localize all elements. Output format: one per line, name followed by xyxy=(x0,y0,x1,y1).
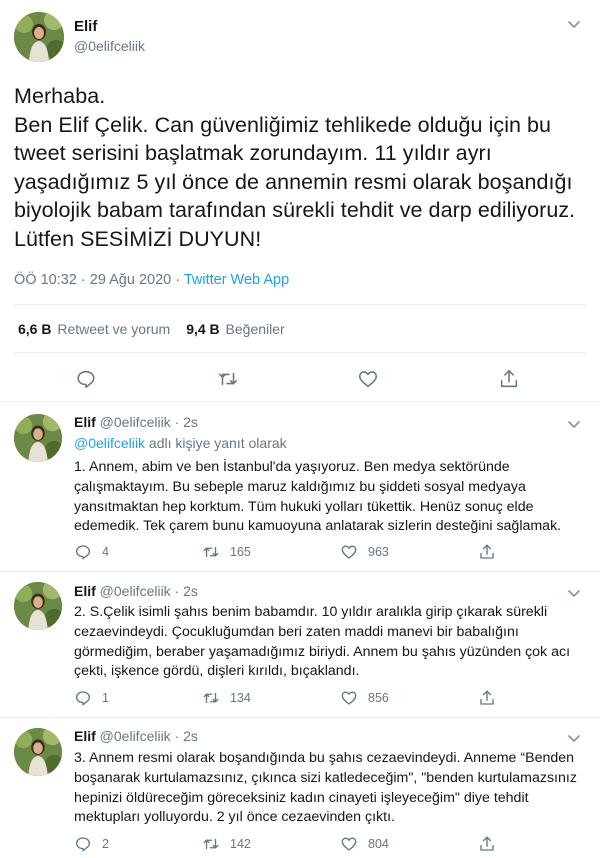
retweet-icon xyxy=(203,692,219,704)
reply-context: @0elifceliik adlı kişiye yanıt olarak xyxy=(74,435,287,451)
like-button[interactable]: 804 xyxy=(340,835,389,853)
avatar[interactable] xyxy=(14,728,62,776)
retweet-button[interactable]: 134 xyxy=(202,689,251,707)
like-icon xyxy=(341,837,357,851)
retweet-count: 165 xyxy=(230,545,251,559)
author-handle-time[interactable]: @0elifceliik · 2s xyxy=(100,583,198,599)
tweet-actions: 2 142 804 xyxy=(74,835,514,855)
author-name[interactable]: Elif xyxy=(74,728,96,744)
tweet-source-app[interactable]: Twitter Web App xyxy=(184,272,289,288)
tweet-text: Merhaba. Ben Elif Çelik. Can güvenliğimi… xyxy=(14,84,576,251)
reply-tweet[interactable]: Elif @0elifceliik · 2s 2. S.Çelik isimli… xyxy=(0,572,600,718)
avatar[interactable] xyxy=(14,12,64,62)
reply-count: 2 xyxy=(102,837,109,851)
retweet-count: 134 xyxy=(230,691,251,705)
likes-stat[interactable]: 9,4 B Beğeniler xyxy=(186,321,285,337)
like-button[interactable]: 856 xyxy=(340,689,389,707)
author-handle[interactable]: @0elifceliik xyxy=(74,38,145,54)
retweets-label: Retweet ve yorum xyxy=(57,321,171,337)
main-tweet: Elif @0elifceliik Merhaba. Ben Elif Çeli… xyxy=(0,0,600,402)
tweet-timestamp[interactable]: ÖÖ 10:32 · 29 Ağu 2020 · xyxy=(14,272,184,288)
tweet-actions: 1 134 856 xyxy=(74,689,514,709)
avatar[interactable] xyxy=(14,582,62,630)
share-icon xyxy=(480,836,494,851)
reply-context-label: adlı kişiye yanıt olarak xyxy=(145,435,287,451)
tweet-text: 3. Annem resmi olarak boşandığında bu şa… xyxy=(74,750,577,826)
reply-icon xyxy=(75,545,91,560)
retweet-icon[interactable] xyxy=(217,368,239,390)
retweet-icon xyxy=(203,838,219,850)
share-icon xyxy=(480,690,494,705)
share-icon xyxy=(480,544,494,559)
author-name[interactable]: Elif xyxy=(74,18,97,35)
chevron-down-icon[interactable] xyxy=(566,585,582,601)
chevron-down-icon[interactable] xyxy=(566,730,582,746)
reply-button[interactable]: 2 xyxy=(74,835,109,853)
divider xyxy=(14,352,586,353)
reply-button[interactable]: 4 xyxy=(74,543,109,561)
share-button[interactable] xyxy=(478,543,506,561)
reply-tweet[interactable]: Elif @0elifceliik · 2s 3. Annem resmi ol… xyxy=(0,718,600,858)
like-icon xyxy=(341,545,357,559)
avatar[interactable] xyxy=(14,414,62,462)
reply-tweet[interactable]: Elif @0elifceliik · 2s @0elifceliik adlı… xyxy=(0,402,600,572)
author-handle-time[interactable]: @0elifceliik · 2s xyxy=(100,728,198,744)
likes-label: Beğeniler xyxy=(225,321,285,337)
like-icon[interactable] xyxy=(357,368,379,390)
tweet-text: 2. S.Çelik isimli şahıs benim babamdır. … xyxy=(74,604,571,680)
author-handle-time[interactable]: @0elifceliik · 2s xyxy=(100,414,198,430)
like-count: 804 xyxy=(368,837,389,851)
reply-header: Elif @0elifceliik · 2s xyxy=(74,728,198,744)
retweet-button[interactable]: 142 xyxy=(202,835,251,853)
reply-header: Elif @0elifceliik · 2s xyxy=(74,414,198,430)
like-icon xyxy=(341,691,357,705)
share-button[interactable] xyxy=(478,689,506,707)
author-name[interactable]: Elif xyxy=(74,414,96,430)
reply-icon xyxy=(75,837,91,852)
author-name[interactable]: Elif xyxy=(74,583,96,599)
share-button[interactable] xyxy=(478,835,506,853)
tweet-stats: 6,6 B Retweet ve yorum 9,4 B Beğeniler xyxy=(18,321,285,337)
reply-count: 4 xyxy=(102,545,109,559)
reply-count: 1 xyxy=(102,691,109,705)
retweet-button[interactable]: 165 xyxy=(202,543,251,561)
chevron-down-icon[interactable] xyxy=(566,416,582,432)
retweet-count: 142 xyxy=(230,837,251,851)
retweet-icon xyxy=(203,546,219,558)
tweet-text: 1. Annem, abim ve ben İstanbul'da yaşıyo… xyxy=(74,459,562,535)
retweets-count: 6,6 B xyxy=(18,321,52,337)
share-icon[interactable] xyxy=(498,368,520,390)
reply-header: Elif @0elifceliik · 2s xyxy=(74,583,198,599)
retweets-stat[interactable]: 6,6 B Retweet ve yorum xyxy=(18,321,170,337)
reply-icon xyxy=(75,691,91,706)
likes-count: 9,4 B xyxy=(186,321,220,337)
like-button[interactable]: 963 xyxy=(340,543,389,561)
tweet-actions: 4 165 963 xyxy=(74,543,514,563)
reply-button[interactable]: 1 xyxy=(74,689,109,707)
like-count: 963 xyxy=(368,545,389,559)
tweet-meta: ÖÖ 10:32 · 29 Ağu 2020 · Twitter Web App xyxy=(14,272,289,288)
like-count: 856 xyxy=(368,691,389,705)
chevron-down-icon[interactable] xyxy=(566,16,582,32)
reply-mention[interactable]: @0elifceliik xyxy=(74,435,145,451)
reply-icon[interactable] xyxy=(75,368,97,390)
divider xyxy=(14,304,586,305)
